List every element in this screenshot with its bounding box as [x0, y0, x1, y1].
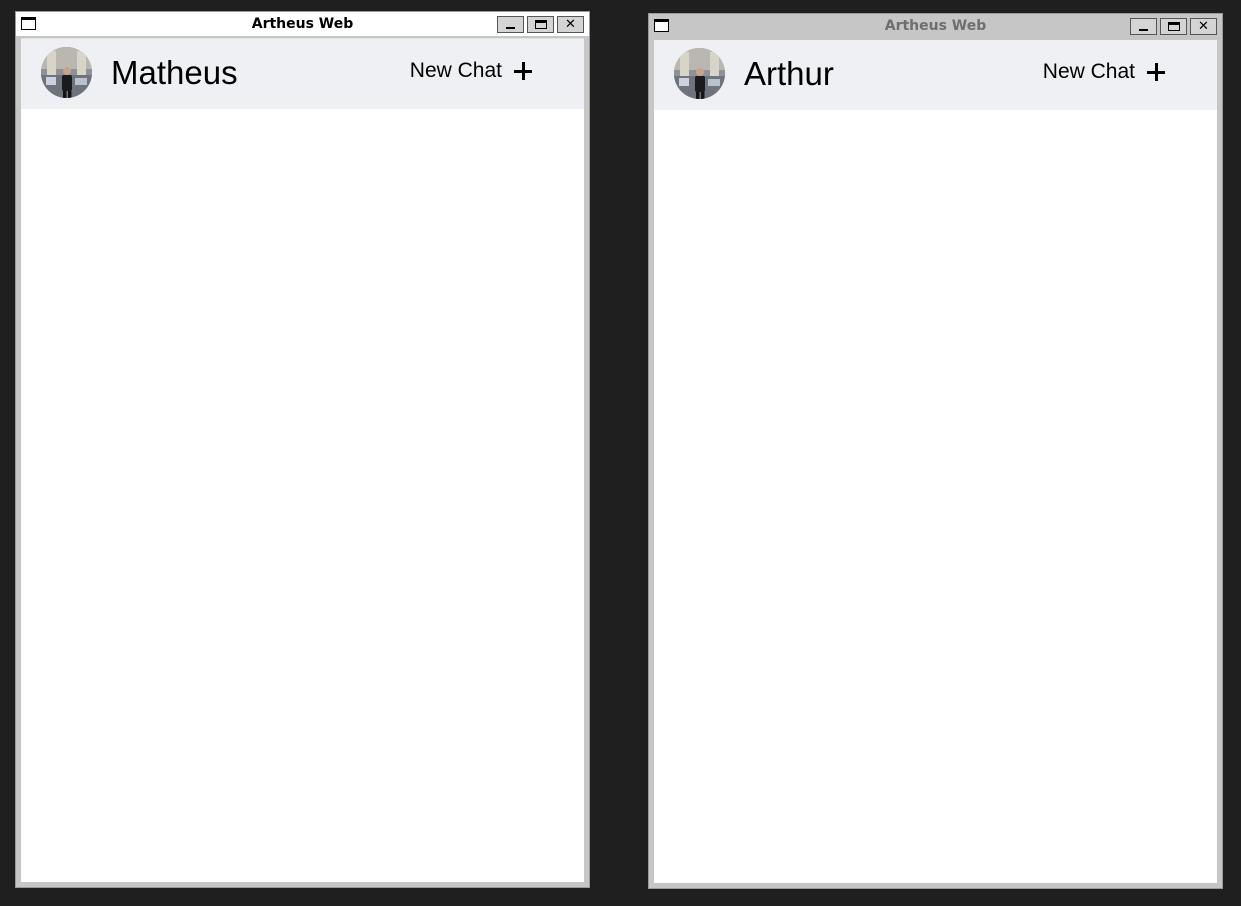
- window-title: Artheus Web: [251, 16, 354, 32]
- minimize-icon: [506, 26, 515, 29]
- username: Matheus: [111, 54, 238, 91]
- plus-icon: [1147, 63, 1165, 81]
- profile-header: Arthur New Chat: [654, 40, 1217, 110]
- window-titlebar[interactable]: Artheus Web ✕: [16, 12, 589, 36]
- new-chat-label: New Chat: [1042, 60, 1135, 83]
- maximize-icon: [534, 20, 547, 29]
- app-window-arthur[interactable]: Artheus Web ✕ Arthur New Chat: [648, 13, 1223, 889]
- window-menu-icon[interactable]: [21, 17, 36, 30]
- minimize-icon: [1139, 28, 1148, 31]
- desktop: Artheus Web ✕ Matheus New Chat Artheus W…: [0, 0, 1241, 906]
- avatar[interactable]: [41, 47, 92, 98]
- maximize-button[interactable]: [527, 16, 554, 33]
- chat-list: [21, 109, 584, 882]
- profile-header: Matheus New Chat: [21, 39, 584, 109]
- new-chat-button[interactable]: New Chat: [410, 59, 532, 83]
- profile-photo-icon: [41, 47, 92, 98]
- window-controls: ✕: [497, 16, 584, 33]
- new-chat-label: New Chat: [409, 59, 502, 82]
- avatar[interactable]: [674, 48, 725, 99]
- minimize-button[interactable]: [497, 16, 524, 33]
- plus-icon: [514, 62, 532, 80]
- window-controls: ✕: [1130, 18, 1217, 35]
- window-titlebar[interactable]: Artheus Web ✕: [649, 14, 1222, 38]
- profile-photo-icon: [674, 48, 725, 99]
- app-window-matheus[interactable]: Artheus Web ✕ Matheus New Chat: [15, 11, 590, 888]
- close-button[interactable]: ✕: [557, 16, 584, 33]
- maximize-icon: [1167, 22, 1180, 31]
- window-content: Arthur New Chat: [654, 40, 1217, 883]
- chat-list: [654, 110, 1217, 883]
- close-button[interactable]: ✕: [1190, 18, 1217, 35]
- minimize-button[interactable]: [1130, 18, 1157, 35]
- new-chat-button[interactable]: New Chat: [1043, 60, 1165, 84]
- close-icon: ✕: [565, 17, 576, 32]
- window-menu-icon[interactable]: [654, 19, 669, 32]
- username: Arthur: [744, 55, 834, 92]
- close-icon: ✕: [1198, 19, 1209, 34]
- window-content: Matheus New Chat: [21, 38, 584, 882]
- maximize-button[interactable]: [1160, 18, 1187, 35]
- window-title: Artheus Web: [884, 18, 987, 34]
